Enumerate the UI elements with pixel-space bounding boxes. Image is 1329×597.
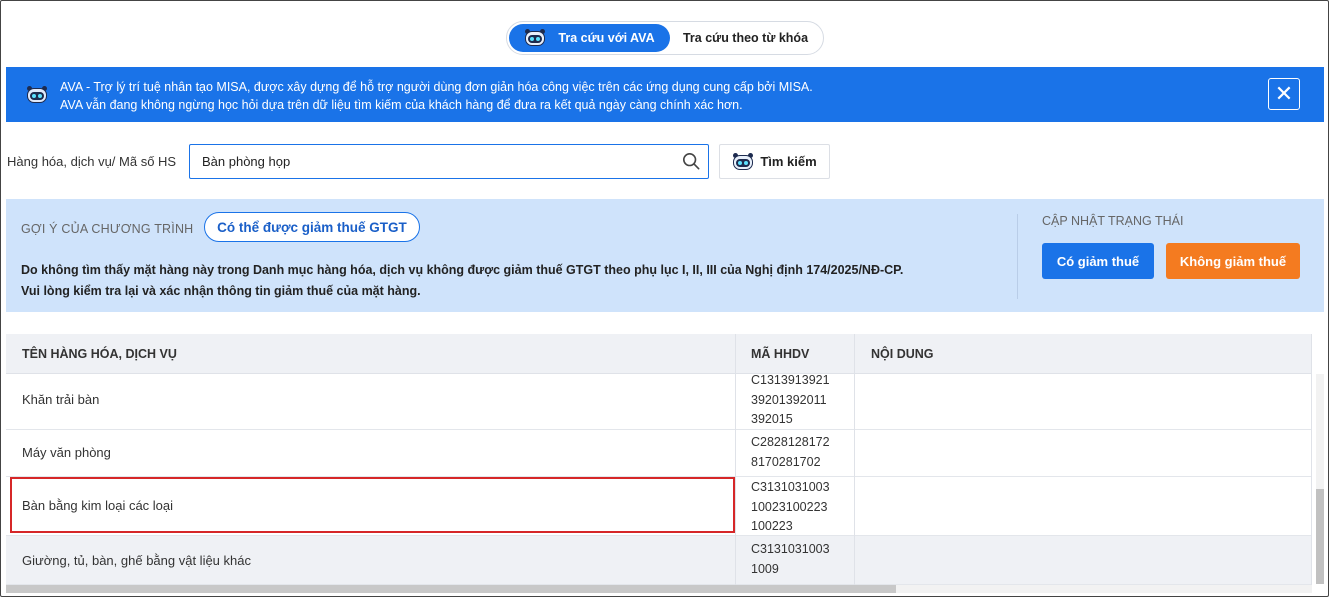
banner-close-button[interactable]: ✕	[1268, 78, 1300, 110]
suggestion-message-line-1: Do không tìm thấy mặt hàng này trong Dan…	[21, 263, 904, 277]
horizontal-scrollbar-thumb[interactable]	[6, 585, 896, 593]
code-line: 1009	[751, 561, 779, 576]
code-line: 10023100223	[751, 499, 828, 514]
search-mode-toggle: Tra cứu với AVA Tra cứu theo từ khóa	[506, 21, 824, 55]
vertical-scrollbar-thumb[interactable]	[1316, 489, 1324, 584]
suggestion-message-line-2: Vui lòng kiểm tra lại và xác nhận thông …	[21, 284, 421, 298]
suggestion-message: Do không tìm thấy mặt hàng này trong Dan…	[21, 260, 903, 302]
table-row[interactable]: Máy văn phòng C2828128172 8170281702	[6, 430, 1312, 477]
code-line: 100223	[751, 519, 793, 533]
search-button[interactable]: Tìm kiếm	[719, 144, 830, 179]
search-input[interactable]	[202, 145, 672, 178]
tab-search-keyword[interactable]: Tra cứu theo từ khóa	[670, 24, 821, 52]
panel-divider	[1017, 214, 1018, 299]
horizontal-scrollbar[interactable]	[6, 585, 1312, 593]
cell-item-name: Bàn bằng kim loại các loại	[22, 498, 174, 513]
ava-info-banner: AVA - Trợ lý trí tuệ nhân tạo MISA, được…	[6, 67, 1324, 122]
ava-robot-icon	[26, 86, 48, 104]
vertical-scrollbar[interactable]	[1316, 374, 1324, 584]
code-line: C2828128172	[751, 435, 830, 449]
column-header-name[interactable]: TÊN HÀNG HÓA, DỊCH VỤ	[6, 334, 177, 374]
tab-search-ava[interactable]: Tra cứu với AVA	[509, 24, 670, 52]
code-line: 392015	[751, 412, 793, 426]
tab-search-keyword-label: Tra cứu theo từ khóa	[682, 31, 809, 45]
cell-item-name: Giường, tủ, bàn, ghế bằng vật liệu khác	[22, 553, 251, 568]
table-row[interactable]: Bàn bằng kim loại các loại C3131031003 1…	[6, 477, 1312, 536]
cell-item-code: C3131031003 1009	[751, 540, 830, 579]
search-button-label: Tìm kiếm	[760, 154, 817, 169]
app-frame: Tra cứu với AVA Tra cứu theo từ khóa AVA…	[0, 0, 1329, 597]
cell-item-code: C2828128172 8170281702	[751, 433, 830, 472]
search-box[interactable]	[189, 144, 709, 179]
cell-item-name: Khăn trải bàn	[22, 392, 100, 407]
cell-item-code: C1313913921 39201392011 392015	[751, 371, 830, 430]
column-header-code[interactable]: MÃ HHDV	[735, 334, 809, 374]
tax-reduced-button[interactable]: Có giảm thuế	[1042, 243, 1154, 279]
search-icon[interactable]	[682, 152, 700, 170]
code-line: 8170281702	[751, 454, 821, 469]
search-field-label: Hàng hóa, dịch vụ/ Mã số HS	[7, 154, 177, 169]
column-header-content[interactable]: NỘI DUNG	[855, 334, 934, 374]
banner-line-2: AVA vẫn đang không ngừng học hỏi dựa trê…	[60, 98, 743, 112]
banner-line-1: AVA - Trợ lý trí tuệ nhân tạo MISA, được…	[60, 80, 813, 94]
close-icon: ✕	[1274, 81, 1294, 106]
column-divider	[1311, 334, 1312, 585]
ava-robot-icon	[732, 152, 754, 171]
column-divider	[854, 334, 855, 585]
code-line: 39201392011	[751, 392, 827, 407]
vat-reduction-badge: Có thể được giảm thuế GTGT	[204, 212, 420, 242]
table-row[interactable]: Giường, tủ, bàn, ghế bằng vật liệu khác …	[6, 536, 1312, 585]
cell-item-name: Máy văn phòng	[22, 445, 111, 460]
results-table: TÊN HÀNG HÓA, DỊCH VỤ MÃ HHDV NỘI DUNG K…	[6, 334, 1324, 594]
banner-text: AVA - Trợ lý trí tuệ nhân tạo MISA, được…	[60, 78, 813, 114]
status-update-heading: CẬP NHẬT TRẠNG THÁI	[1042, 214, 1184, 228]
code-line: C3131031003	[751, 480, 830, 494]
code-line: C1313913921	[751, 373, 830, 387]
no-tax-reduction-button[interactable]: Không giảm thuế	[1166, 243, 1300, 279]
suggestion-panel: GỢI Ý CỦA CHƯƠNG TRÌNH Có thể được giảm …	[6, 199, 1324, 312]
table-header: TÊN HÀNG HÓA, DỊCH VỤ MÃ HHDV NỘI DUNG	[6, 334, 1312, 374]
ava-robot-icon	[524, 29, 546, 47]
table-row[interactable]: Khăn trải bàn C1313913921 39201392011 39…	[6, 371, 1312, 430]
code-line: C3131031003	[751, 542, 830, 556]
suggestion-heading: GỢI Ý CỦA CHƯƠNG TRÌNH	[21, 222, 194, 236]
cell-item-code: C3131031003 10023100223 100223	[751, 478, 830, 537]
tab-search-ava-label: Tra cứu với AVA	[558, 31, 655, 45]
column-divider	[735, 334, 736, 585]
